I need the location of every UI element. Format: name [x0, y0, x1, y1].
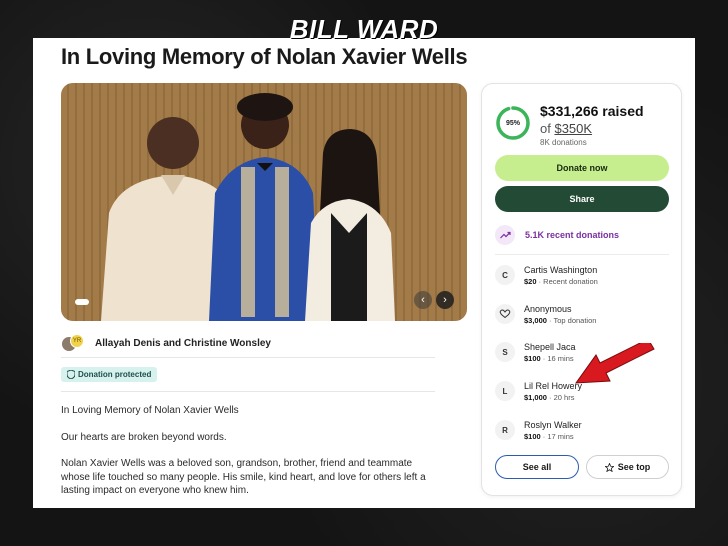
donor-avatar: R: [495, 420, 515, 440]
donor-item: C Cartis Washington $20 · Recent donatio…: [495, 258, 669, 292]
page-title: In Loving Memory of Nolan Xavier Wells: [61, 44, 468, 69]
recent-donations-link[interactable]: 5.1K recent donations: [495, 222, 669, 248]
watermark-text: BILL WARD: [289, 14, 439, 44]
shield-icon: [67, 370, 75, 379]
carousel-dots: [75, 299, 89, 305]
red-arrow-annotation: [574, 343, 655, 384]
see-all-button[interactable]: See all: [495, 455, 579, 479]
avatar-badge: YR: [70, 333, 84, 348]
donor-amount: $100: [524, 431, 541, 441]
divider: [61, 391, 435, 392]
donor-amount: $3,000: [524, 315, 547, 325]
donor-name: Shepell Jaca: [524, 341, 576, 352]
chevron-right-icon[interactable]: ›: [436, 291, 454, 309]
donor-amount: $1,000: [524, 392, 547, 402]
amount-raised: $331,266 raised: [540, 103, 644, 119]
recent-donations-label: 5.1K recent donations: [525, 230, 620, 240]
organizer-name: Allayah Denis and Christine Wonsley: [95, 338, 271, 349]
hero-photo-illustration: [61, 83, 467, 321]
divider: [495, 254, 669, 255]
badge-label: Donation protected: [78, 370, 152, 379]
donor-meta: $100 · 17 mins: [524, 432, 582, 441]
donor-meta: $3,000 · Top donation: [524, 316, 596, 325]
see-top-label: See top: [617, 462, 651, 472]
see-top-button[interactable]: See top: [586, 455, 669, 479]
donor-item: R Roslyn Walker $100 · 17 mins: [495, 413, 669, 447]
donor-name: Anonymous: [524, 303, 572, 314]
heart-hand-icon: [495, 304, 515, 324]
carousel-dot[interactable]: [75, 299, 89, 305]
donor-avatar: L: [495, 381, 515, 401]
share-button[interactable]: Share: [495, 186, 669, 212]
hero-photo: ‹ ›: [61, 83, 467, 321]
donor-amount: $100: [524, 353, 541, 363]
donor-name: Cartis Washington: [524, 264, 598, 275]
donor-avatar: S: [495, 342, 515, 362]
donor-meta: $100 · 16 mins: [524, 354, 576, 363]
organizer-avatars: YR: [61, 333, 85, 354]
story-paragraph: Our hearts are broken beyond words.: [61, 431, 227, 443]
donor-amount: $20: [524, 276, 537, 286]
donor-avatar: C: [495, 265, 515, 285]
chevron-left-icon[interactable]: ‹: [414, 291, 432, 309]
donor-name: Roslyn Walker: [524, 419, 582, 430]
donor-detail: · Top donation: [546, 315, 597, 325]
progress-percent: 95%: [505, 119, 520, 127]
donation-protected-badge[interactable]: Donation protected: [61, 367, 158, 382]
donor-detail: · Recent donation: [536, 276, 598, 286]
story-paragraph: In Loving Memory of Nolan Xavier Wells: [61, 405, 239, 416]
donate-button[interactable]: Donate now: [495, 155, 669, 181]
donation-sidebar: 95% $331,266 raised of $350K 8K donation…: [481, 83, 682, 496]
star-icon: [604, 462, 614, 472]
goal-amount[interactable]: $350K: [554, 121, 592, 136]
donor-meta: $20 · Recent donation: [524, 277, 598, 286]
goal-prefix: of: [540, 121, 555, 136]
donor-item: Anonymous $3,000 · Top donation: [495, 297, 669, 331]
organizer-row[interactable]: YR Allayah Denis and Christine Wonsley: [61, 330, 435, 358]
donation-count: 8K donations: [540, 138, 587, 147]
donor-detail: · 16 mins: [540, 353, 574, 363]
donor-detail: · 17 mins: [540, 431, 574, 441]
story-paragraph: Nolan Xavier Wells was a beloved son, gr…: [61, 458, 426, 496]
story-text: In Loving Memory of Nolan Xavier Wells O…: [61, 404, 433, 508]
goal-text: of $350K: [540, 121, 592, 136]
fundraiser-page: In Loving Memory of Nolan Xavier Wells ‹…: [33, 38, 695, 508]
trending-up-icon: [495, 225, 515, 245]
donor-meta: $1,000 · 20 hrs: [524, 393, 582, 402]
donor-detail: · 20 hrs: [546, 392, 575, 402]
